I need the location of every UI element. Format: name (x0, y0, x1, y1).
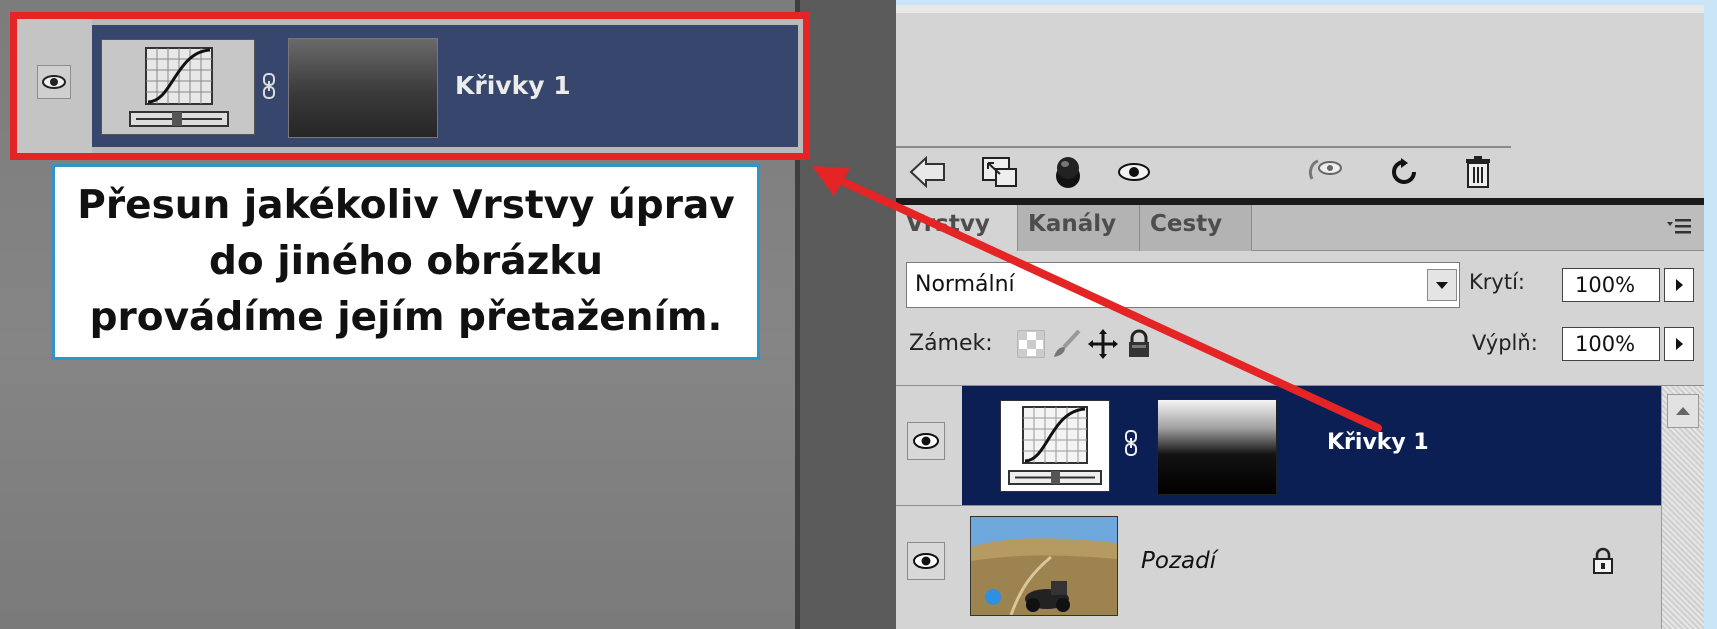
layer-list: Křivky 1 Pozadí (896, 385, 1704, 629)
layer-name: Křivky 1 (1327, 430, 1429, 455)
panel-top-frame (896, 5, 1704, 13)
fill-label: Výplň: (1472, 331, 1538, 355)
layer-mask-icon[interactable] (1046, 150, 1090, 194)
opacity-input[interactable]: 100% (1562, 268, 1660, 302)
tab-paths[interactable]: Cesty (1140, 205, 1252, 251)
link-layers-icon[interactable] (906, 150, 950, 194)
layer-row-curves[interactable]: Křivky 1 (896, 386, 1661, 506)
opacity-label: Krytí: (1469, 270, 1525, 294)
eye-icon[interactable] (907, 542, 945, 580)
background-photo-thumbnail (970, 516, 1118, 616)
lock-transparency-icon[interactable] (1014, 327, 1048, 361)
eye-icon[interactable] (37, 65, 71, 99)
new-layer-icon[interactable] (1304, 150, 1348, 194)
reset-icon[interactable] (1382, 150, 1426, 194)
blend-row: Normální Krytí: 100% (906, 262, 1696, 308)
lock-image-icon[interactable] (1050, 327, 1084, 361)
link-chain-icon[interactable] (262, 73, 276, 99)
layers-panel: Vrstvy Kanály Cesty Normální Krytí: 100%… (896, 5, 1704, 629)
callout-line-1: Přesun jakékoliv Vrstvy úprav (77, 183, 735, 228)
scroll-up-icon[interactable] (1667, 394, 1699, 428)
panel-gutter (800, 0, 896, 629)
layer-row-background[interactable]: Pozadí (896, 506, 1661, 629)
curves-adjustment-icon (1000, 400, 1110, 492)
lock-label: Zámek: (909, 331, 993, 356)
tab-channels[interactable]: Kanály (1018, 205, 1140, 251)
panel-separator (896, 198, 1704, 205)
link-chain-icon[interactable] (1124, 430, 1138, 456)
blend-mode-select[interactable]: Normální (906, 262, 1460, 308)
lock-icon (1590, 546, 1616, 576)
opacity-slider-toggle[interactable] (1664, 268, 1694, 302)
callout-line-3: provádíme jejím přetažením. (89, 295, 723, 340)
tab-layers[interactable]: Vrstvy (896, 205, 1018, 251)
layer-name: Pozadí (1141, 548, 1217, 574)
callout-line-2: do jiného obrázku (208, 239, 604, 284)
dragged-layer-name: Křivky 1 (455, 71, 571, 100)
delete-layer-icon[interactable] (1456, 150, 1500, 194)
eye-icon[interactable] (907, 422, 945, 460)
fill-input[interactable]: 100% (1562, 327, 1660, 361)
blend-mode-value: Normální (915, 272, 1015, 297)
lock-row: Zámek: Výplň: 100% (906, 325, 1696, 365)
panel-toolbar (896, 148, 1704, 198)
chevron-down-icon[interactable] (1427, 269, 1457, 301)
layer-mask-thumbnail (1157, 399, 1277, 495)
adjustment-layer-icon[interactable] (1112, 150, 1156, 194)
dragged-layer-preview[interactable]: Křivky 1 (10, 12, 810, 160)
fill-slider-toggle[interactable] (1664, 327, 1694, 361)
panel-tabs: Vrstvy Kanály Cesty (896, 205, 1704, 251)
instruction-callout: Přesun jakékoliv Vrstvy úprav do jiného … (52, 164, 760, 360)
panel-menu-icon[interactable] (1666, 215, 1692, 239)
dragged-layer-mask-thumbnail (288, 38, 438, 138)
layer-style-icon[interactable] (978, 150, 1022, 194)
lock-all-icon[interactable] (1122, 327, 1156, 361)
lock-position-icon[interactable] (1086, 327, 1120, 361)
layers-scrollbar[interactable] (1661, 386, 1704, 629)
curves-adjustment-icon (101, 39, 255, 135)
